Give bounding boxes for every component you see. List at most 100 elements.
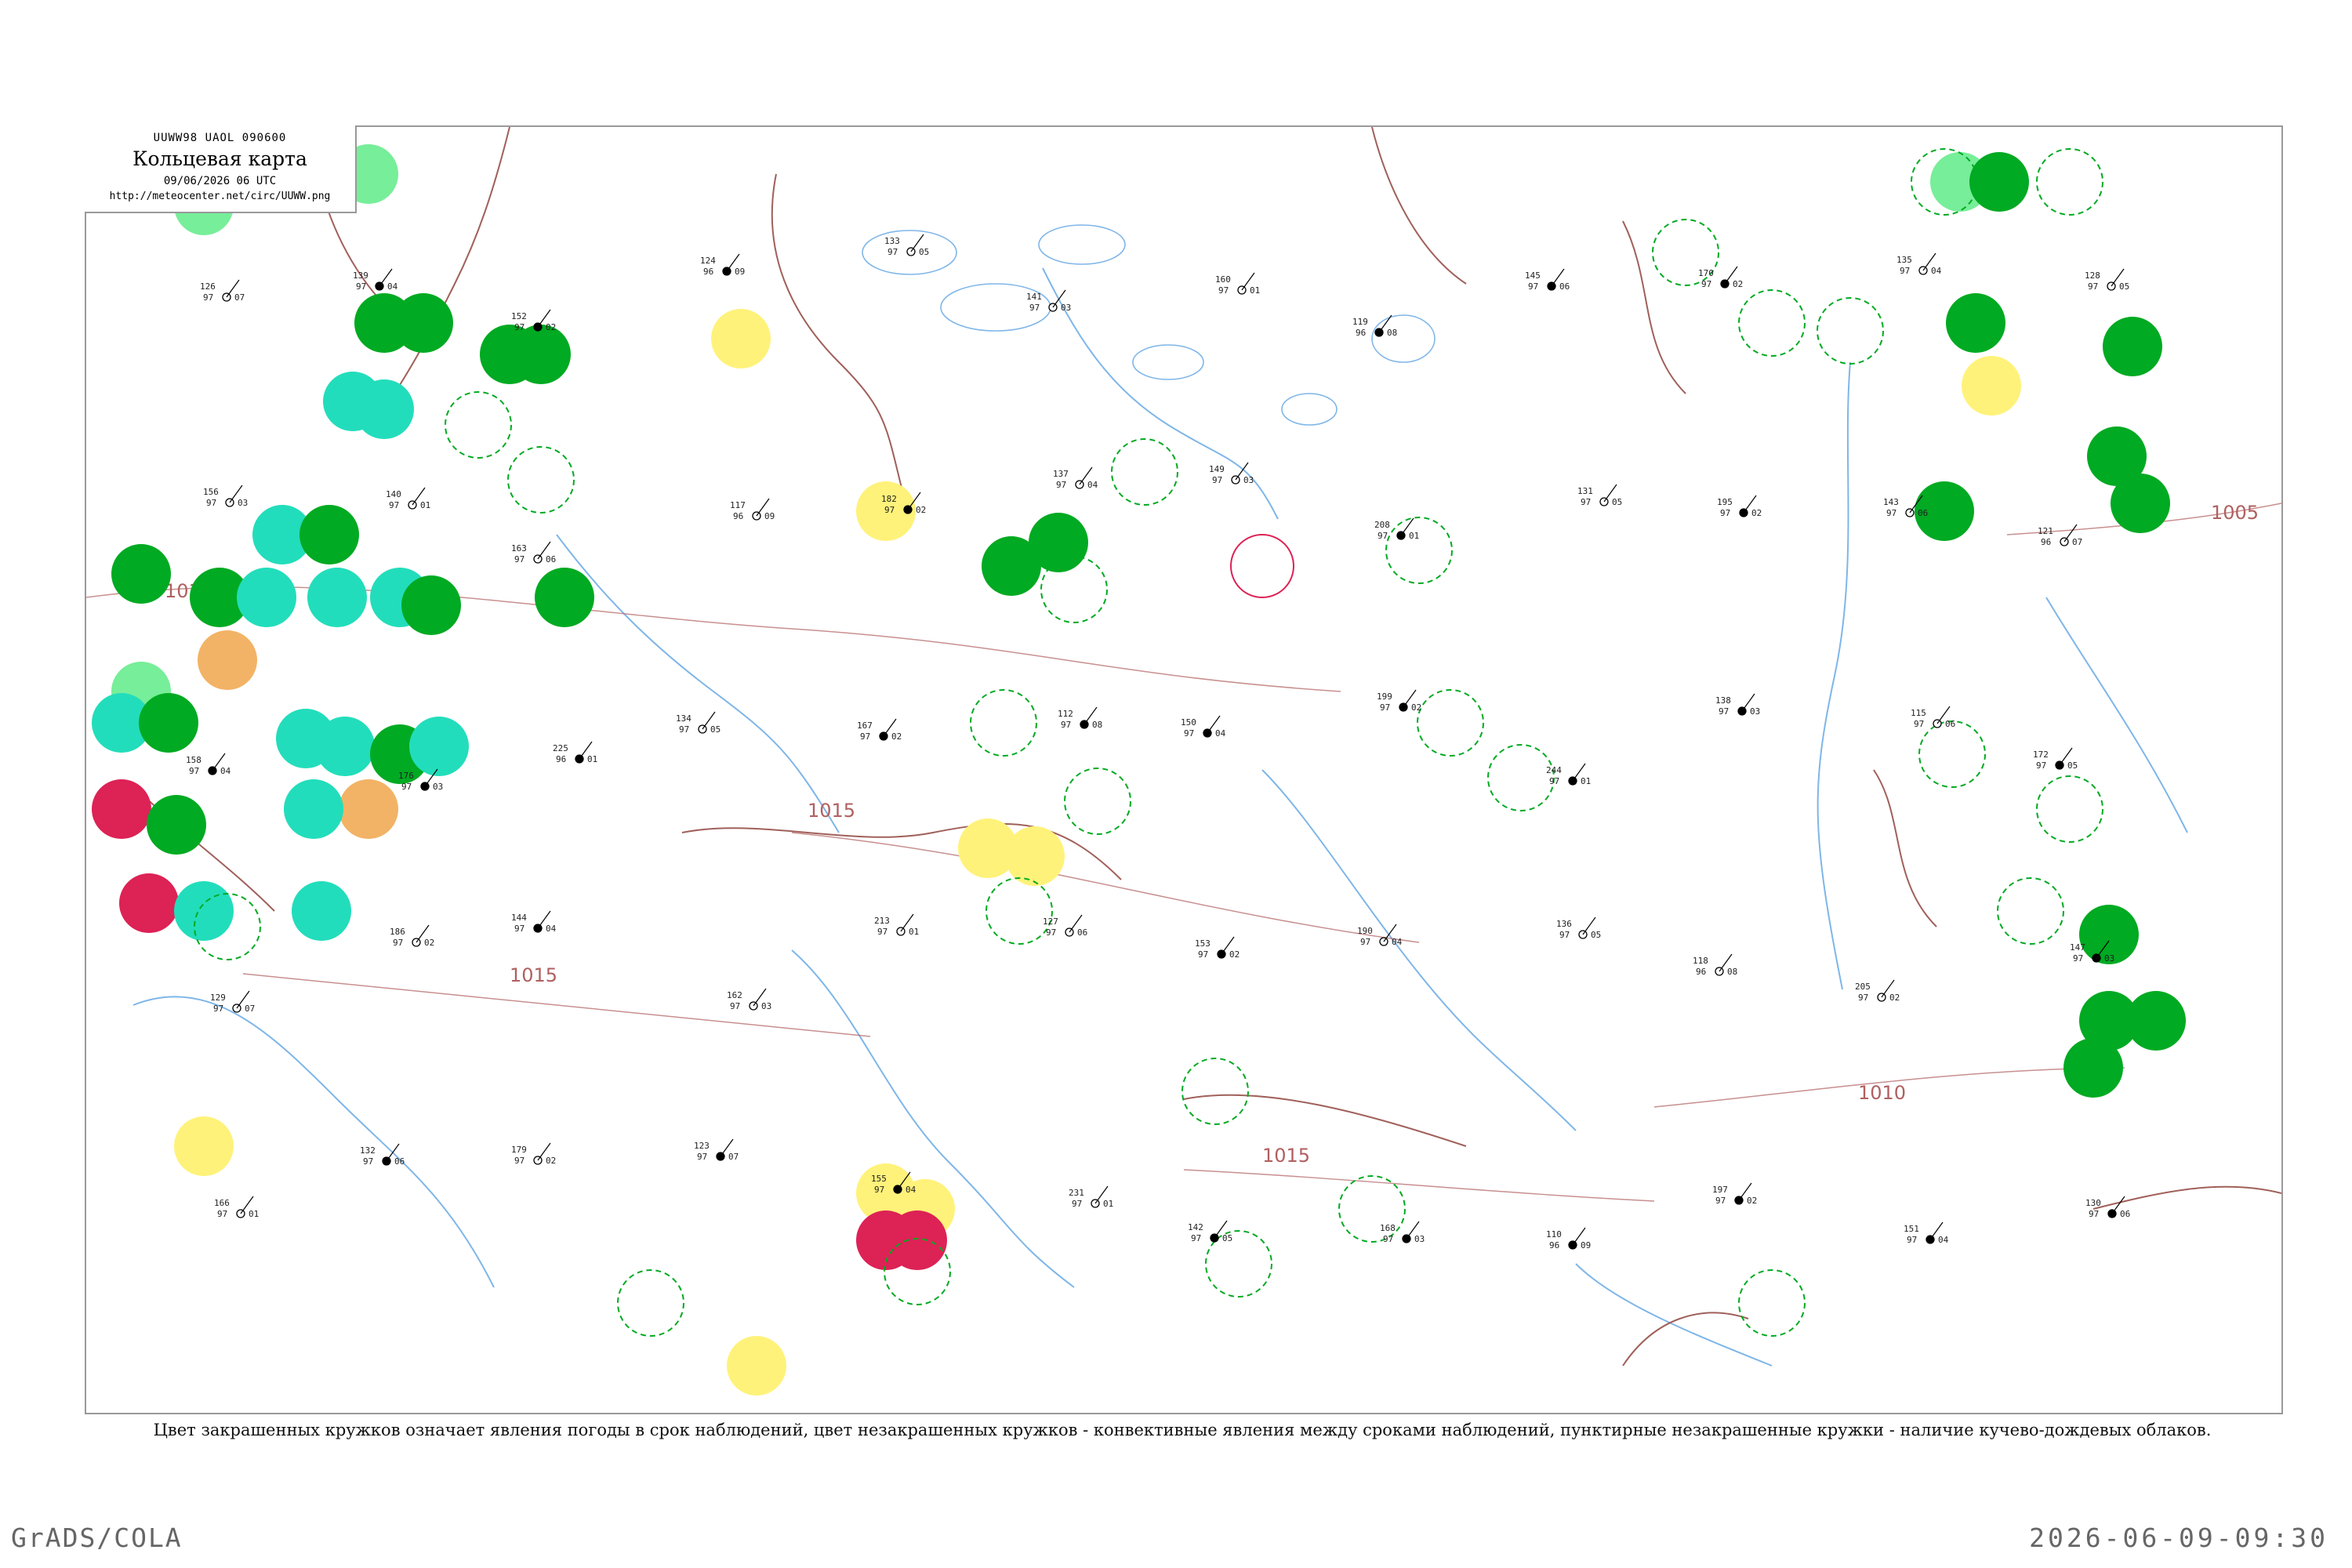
station-temperature: 163 [511,543,527,554]
station-plot: 15397 02 [1195,936,1240,960]
station-visibility: 97 [203,292,213,303]
river-line [1261,769,1577,1131]
station-visibility: 97 [217,1209,227,1219]
station-visibility: 97 [1549,776,1559,786]
weather-filled-circle [1962,356,2021,416]
station-temperature: 150 [1181,717,1196,728]
station-pressure-tendency: 03 [1750,706,1760,717]
station-visibility: 97 [730,1001,740,1011]
station-visibility: 97 [877,927,887,937]
station-pressure-tendency: 07 [2072,537,2082,547]
station-visibility: 97 [1701,279,1711,289]
station-pressure-tendency: 07 [245,1004,255,1014]
station-visibility: 97 [514,554,524,564]
station-visibility: 97 [1184,728,1194,739]
station-visibility: 97 [1720,508,1730,518]
station-temperature: 172 [2033,750,2049,760]
station-visibility: 97 [679,724,689,735]
station-pressure-tendency: 02 [546,1156,556,1166]
station-pressure-tendency: 04 [906,1185,916,1195]
weather-filled-circle [237,568,296,627]
station-visibility: 97 [363,1156,373,1167]
border-line [771,173,902,488]
station-pressure-tendency: 02 [1733,279,1743,289]
station-temperature: 152 [511,311,527,321]
station-pressure-tendency: 06 [546,554,556,564]
station-pressure-tendency: 02 [1889,993,1900,1003]
station-visibility: 97 [389,500,399,510]
station-plot: 11597 06 [1911,706,1955,729]
rivers-layer [132,224,2188,1367]
weather-filled-circle [535,568,594,627]
station-visibility: 97 [1886,508,1896,518]
station-plot: 12697 07 [200,279,245,303]
station-visibility: 97 [1191,1233,1201,1243]
station-plot: 13297 06 [360,1143,405,1167]
station-visibility: 97 [1380,702,1390,713]
station-visibility: 97 [1198,949,1208,960]
station-plot: 14097 01 [386,487,430,510]
weather-filled-circle [119,873,179,933]
station-temperature: 110 [1546,1229,1562,1240]
station-plot: 12397 07 [694,1138,739,1162]
station-visibility: 96 [1549,1240,1559,1250]
weather-filled-circle [2103,317,2162,376]
station-plot: 22596 01 [553,741,597,764]
station-visibility: 97 [2036,760,2046,771]
synoptic-map: 1015 1015 1015 1015 1010 1005 126 97 07 139 97 04 1… [85,125,2283,1414]
cumulonimbus-dashed-circle [1918,720,1986,788]
station-visibility: 97 [697,1152,707,1162]
station-temperature: 124 [700,256,716,266]
station-pressure-tendency: 08 [1387,328,1397,338]
station-plot: 11096 09 [1546,1227,1591,1250]
stations-layer: 12697 0713997 0415297 0212496 0913397 0514197… [186,234,2130,1250]
station-visibility: 97 [2089,1209,2099,1219]
border-line [1873,769,1937,927]
bulletin-code: UUWW98 UAOL 090600 [153,132,287,144]
station-pressure-tendency: 03 [1243,475,1254,485]
river-line [556,534,840,833]
cumulonimbus-dashed-circle [970,689,1037,757]
cumulonimbus-dashed-circle [1487,744,1555,811]
station-pressure-tendency: 01 [1250,285,1260,296]
station-temperature: 121 [2038,526,2053,536]
station-plot: 15097 04 [1181,715,1226,739]
weather-filled-circle [887,1210,947,1270]
station-temperature: 142 [1188,1222,1203,1232]
station-plot: 12496 09 [700,253,745,277]
border-line [1371,127,1467,285]
station-temperature: 155 [871,1174,887,1184]
station-temperature: 138 [1715,695,1731,706]
station-visibility: 96 [733,511,743,521]
station-pressure-tendency: 08 [1092,720,1102,730]
station-pressure-tendency: 05 [1222,1233,1232,1243]
weather-filled-circle [299,505,359,564]
station-pressure-tendency: 05 [919,247,929,257]
station-plot: 13797 04 [1053,466,1098,490]
weather-filled-circle [315,717,375,776]
weather-filled-circle [174,1116,234,1176]
station-plot: 15697 03 [203,485,248,508]
weather-filled-circle [139,693,198,753]
cumulonimbus-dashed-circle [1997,877,2064,945]
station-visibility: 97 [189,766,199,776]
isobar-line [1183,1169,1655,1202]
station-plot: 11297 08 [1058,706,1102,730]
station-temperature: 149 [1209,464,1225,474]
station-visibility: 97 [1900,266,1910,276]
station-pressure-tendency: 01 [587,754,597,764]
station-temperature: 134 [676,713,691,724]
station-temperature: 182 [881,494,897,504]
station-plot: 19097 04 [1357,924,1403,947]
station-pressure-tendency: 05 [1591,930,1601,940]
station-visibility: 97 [514,322,524,332]
station-pressure-tendency: 04 [1931,266,1942,276]
station-temperature: 123 [694,1141,710,1151]
station-visibility: 96 [556,754,566,764]
station-visibility: 97 [1029,303,1040,313]
station-pressure-tendency: 01 [1581,776,1591,786]
weather-filled-circle [511,325,571,384]
weather-filled-circle [198,630,257,690]
station-visibility: 97 [1719,706,1729,717]
cumulonimbus-dashed-circle [507,446,575,514]
